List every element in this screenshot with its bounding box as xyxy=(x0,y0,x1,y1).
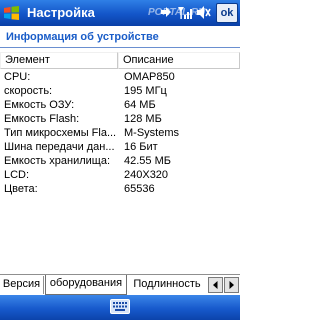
tab-identity[interactable]: Подлинность xyxy=(128,276,206,294)
tab-version[interactable]: Версия xyxy=(0,276,44,294)
table-row[interactable]: Емкость Flash: 128 МБ xyxy=(0,112,240,126)
row-value: OMAP850 xyxy=(124,71,175,83)
tab-strip: Версия оборудования Подлинность xyxy=(0,274,240,295)
row-value: 128 МБ xyxy=(124,113,162,125)
row-value: 240X320 xyxy=(124,169,169,181)
table-row[interactable]: скорость: 195 МГц xyxy=(0,84,240,98)
row-key: Тип микросхемы Fla... xyxy=(4,127,117,139)
row-key: Шина передачи дан... xyxy=(4,141,115,153)
table-row[interactable]: Тип микросхемы Fla... M-Systems xyxy=(0,126,240,140)
row-value: 195 МГц xyxy=(124,85,167,97)
tab-scroll-left-button[interactable] xyxy=(208,277,223,293)
ok-button[interactable]: ok xyxy=(216,3,238,23)
table-row[interactable]: Цвета: 65536 xyxy=(0,182,240,196)
windows-start-icon[interactable] xyxy=(3,5,20,21)
row-key: LCD: xyxy=(4,169,30,181)
title-divider xyxy=(0,47,240,48)
keyboard-icon[interactable] xyxy=(110,299,130,314)
column-header-element[interactable]: Элемент xyxy=(0,52,118,69)
arrow-right-icon xyxy=(229,281,234,289)
row-key: Емкость ОЗУ: xyxy=(4,99,75,111)
column-header-description[interactable]: Описание xyxy=(118,52,240,69)
device-info-list: CPU: OMAP850 скорость: 195 МГц Емкость О… xyxy=(0,70,240,196)
tab-hardware[interactable]: оборудования xyxy=(45,275,127,295)
row-key: Цвета: xyxy=(4,183,38,195)
window-title: Настройка xyxy=(27,5,95,20)
row-key: Емкость хранилища: xyxy=(4,155,111,167)
row-key: Емкость Flash: xyxy=(4,113,80,125)
page-title: Информация об устройстве xyxy=(6,31,159,43)
table-row[interactable]: CPU: OMAP850 xyxy=(0,70,240,84)
table-row[interactable]: LCD: 240X320 xyxy=(0,168,240,182)
menu-bar xyxy=(0,295,240,320)
volume-icon[interactable] xyxy=(195,4,212,21)
row-value: 64 МБ xyxy=(124,99,156,111)
connectivity-icon[interactable] xyxy=(158,4,175,21)
row-value: 65536 xyxy=(124,183,155,195)
table-row[interactable]: Шина передачи дан... 16 Бит xyxy=(0,140,240,154)
tab-scroll-right-button[interactable] xyxy=(224,277,239,293)
arrow-left-icon xyxy=(213,281,218,289)
row-value: M-Systems xyxy=(124,127,179,139)
row-value: 16 Бит xyxy=(124,141,158,153)
table-row[interactable]: Емкость хранилища: 42.55 МБ xyxy=(0,154,240,168)
table-row[interactable]: Емкость ОЗУ: 64 МБ xyxy=(0,98,240,112)
row-value: 42.55 МБ xyxy=(124,155,171,167)
title-bar: Настройка PORTAL.RU ok xyxy=(0,0,240,26)
row-key: CPU: xyxy=(4,71,31,83)
row-key: скорость: xyxy=(4,85,53,97)
signal-icon[interactable] xyxy=(176,4,193,21)
